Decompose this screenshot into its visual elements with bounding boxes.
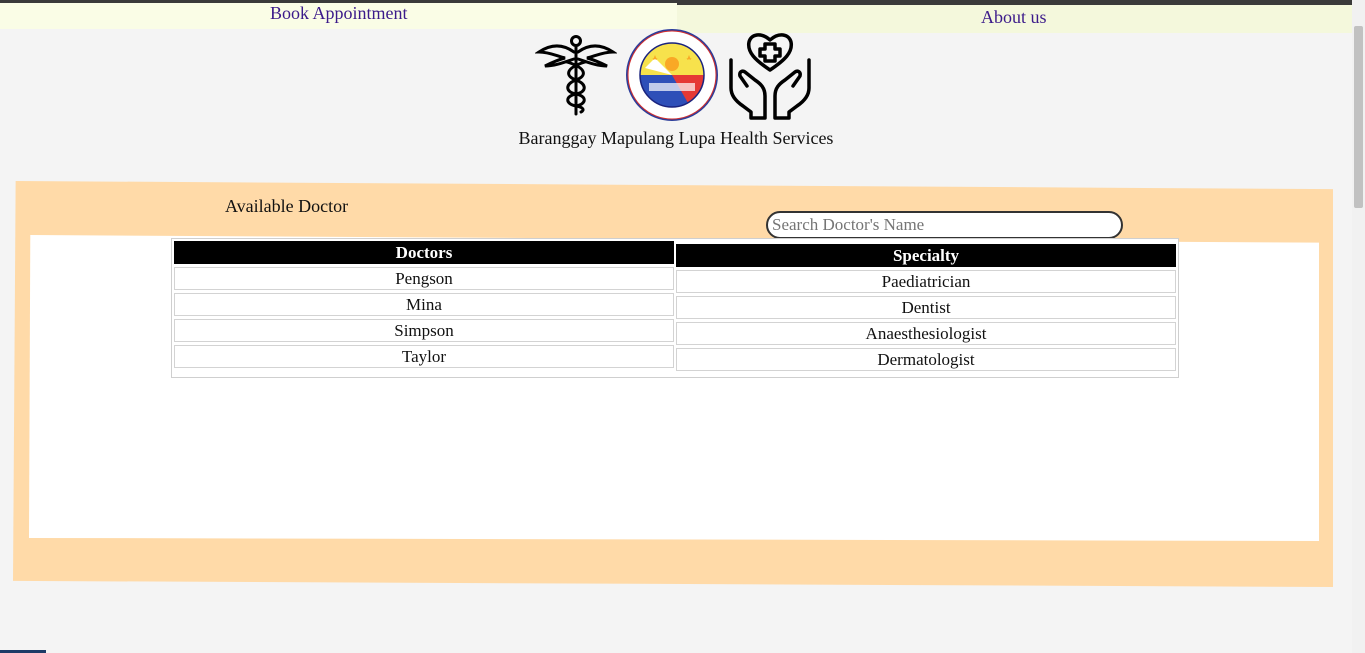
column-header-specialty: Specialty [676,244,1176,267]
table-cell-specialty: Paediatrician [676,270,1176,293]
barangay-seal-logo [626,29,718,121]
hands-heart-icon [729,33,811,120]
logo-group [535,28,825,122]
table-cell-doctor: Simpson [174,319,674,342]
doctors-column: Doctors Pengson Mina Simpson Taylor [174,241,674,368]
page-scrollbar[interactable] [1352,0,1365,653]
table-cell-specialty: Dentist [676,296,1176,319]
table-cell-specialty: Dermatologist [676,348,1176,371]
scrollbar-thumb[interactable] [1354,26,1363,208]
site-title: Baranggay Mapulang Lupa Health Services [518,128,834,148]
table-cell-doctor: Pengson [174,267,674,290]
column-header-doctors: Doctors [174,241,674,264]
table-cell-doctor: Taylor [174,345,674,368]
panel-heading: Available Doctor [225,196,349,216]
about-us-link[interactable]: About us [981,7,1047,28]
doctors-table: Doctors Pengson Mina Simpson Taylor Spec… [171,238,1179,378]
table-cell-specialty: Anaesthesiologist [676,322,1176,345]
specialty-column: Specialty Paediatrician Dentist Anaesthe… [676,244,1176,371]
book-appointment-link[interactable]: Book Appointment [270,3,408,24]
search-doctor-input[interactable] [766,211,1123,239]
caduceus-icon [535,35,617,116]
table-cell-doctor: Mina [174,293,674,316]
